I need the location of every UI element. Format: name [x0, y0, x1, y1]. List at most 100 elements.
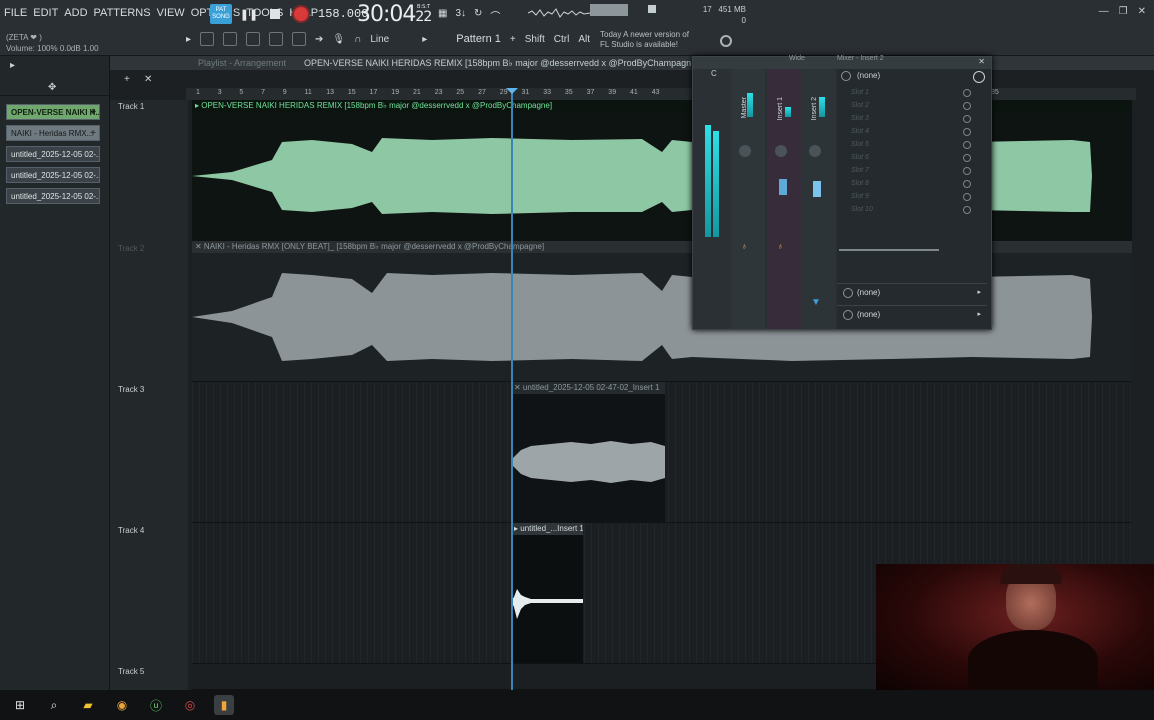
- windows-start-icon[interactable]: ⊞: [10, 695, 30, 715]
- output-select[interactable]: (none) ▸: [837, 283, 987, 301]
- nav-arrow-icon[interactable]: ▸: [10, 60, 15, 71]
- alt-key[interactable]: Alt: [578, 34, 590, 45]
- volume-fader[interactable]: [779, 179, 787, 195]
- close-icon[interactable]: ✕: [1138, 6, 1146, 17]
- menu-add[interactable]: ADD: [64, 7, 87, 19]
- slot-mix-knob[interactable]: [963, 102, 971, 110]
- opera-icon[interactable]: ◎: [180, 695, 200, 715]
- mixer-strip-insert-2[interactable]: Insert 2 ▼: [801, 69, 835, 329]
- mixer-strip-master[interactable]: Master ♁: [731, 69, 765, 329]
- news-panel[interactable]: Today A newer version of FL Studio is av…: [600, 30, 732, 50]
- route-icon[interactable]: ♁: [741, 241, 748, 251]
- arrow-right-icon[interactable]: ➔: [315, 34, 323, 45]
- minimize-icon[interactable]: —: [1099, 6, 1109, 17]
- mixer-header[interactable]: Wide Mixer - Insert 2 ✕: [693, 55, 991, 69]
- fx-slot[interactable]: Slot 10: [851, 206, 873, 213]
- clock-icon[interactable]: [973, 71, 985, 83]
- countdown-icon[interactable]: 3↓: [455, 8, 466, 23]
- pan-knob[interactable]: [775, 145, 787, 157]
- route-icon[interactable]: ♁: [777, 241, 784, 251]
- ctrl-key[interactable]: Ctrl: [554, 34, 570, 45]
- chevron-right-icon[interactable]: ▸: [422, 34, 427, 45]
- add-track-icon[interactable]: +: [124, 74, 130, 85]
- mixer-strip-current[interactable]: [699, 69, 733, 329]
- snap-select[interactable]: Line: [370, 34, 389, 45]
- upwork-icon[interactable]: ⓤ: [146, 695, 166, 715]
- audio-clip[interactable]: ▸ untitled_...Insert 1: [511, 523, 583, 663]
- stop-button[interactable]: [266, 5, 284, 23]
- fx-slot[interactable]: Slot 8: [851, 180, 869, 187]
- chrome-icon[interactable]: ◉: [112, 695, 132, 715]
- volume-fader[interactable]: [813, 181, 821, 197]
- pat-song-toggle[interactable]: PAT SONG: [210, 4, 232, 24]
- slot-mix-knob[interactable]: [963, 206, 971, 214]
- pan-knob[interactable]: [739, 145, 751, 157]
- slot-mix-knob[interactable]: [963, 89, 971, 97]
- browser-icon[interactable]: [292, 32, 307, 46]
- slot-mix-knob[interactable]: [963, 115, 971, 123]
- pan-knob[interactable]: [809, 145, 821, 157]
- fx-slot[interactable]: Slot 5: [851, 141, 869, 148]
- pattern-item[interactable]: untitled_2025-12-05 02-...: [6, 188, 100, 204]
- search-icon[interactable]: ⌕: [44, 695, 64, 715]
- fl-studio-icon[interactable]: ▮: [214, 695, 234, 715]
- picker-mode-icon[interactable]: ✥: [48, 82, 56, 93]
- input-icon[interactable]: [841, 71, 851, 81]
- folder-icon[interactable]: ▰: [78, 695, 98, 715]
- add-icon[interactable]: +: [90, 126, 96, 140]
- playhead[interactable]: [506, 88, 518, 690]
- track-label[interactable]: Track 4: [118, 526, 144, 535]
- fx-slot[interactable]: Slot 9: [851, 193, 869, 200]
- restore-icon[interactable]: ❐: [1119, 6, 1128, 17]
- track-label[interactable]: Track 3: [118, 385, 144, 394]
- shift-key[interactable]: Shift: [525, 34, 545, 45]
- mic-icon[interactable]: 🎙: [332, 34, 345, 45]
- pause-button[interactable]: ❚❚: [240, 5, 258, 23]
- piano-roll-icon[interactable]: [223, 32, 238, 46]
- metronome-icon[interactable]: ▦: [438, 8, 447, 23]
- wave-icon[interactable]: ⌒: [490, 8, 500, 23]
- mixer-layout-label[interactable]: Wide: [789, 55, 805, 62]
- track-label[interactable]: Track 1: [118, 102, 144, 111]
- playlist-icon[interactable]: [200, 32, 215, 46]
- mixer-strip-insert-1[interactable]: Insert 1 ♁: [767, 69, 801, 329]
- slot-mix-knob[interactable]: [963, 167, 971, 175]
- slot-mix-knob[interactable]: [963, 154, 971, 162]
- fx-slot[interactable]: Slot 6: [851, 154, 869, 161]
- pattern-selector[interactable]: Pattern 1: [456, 33, 501, 45]
- sidechain-select[interactable]: (none) ▸: [837, 305, 987, 323]
- channel-rack-icon[interactable]: [246, 32, 261, 46]
- slot-mix-knob[interactable]: [963, 128, 971, 136]
- pattern-item[interactable]: OPEN-VERSE NAIKI H... +: [6, 104, 100, 120]
- song-position-display[interactable]: 30:0422 B:S:T: [357, 2, 432, 27]
- mix-level-bar[interactable]: [839, 249, 939, 251]
- track-label[interactable]: Track 2: [118, 244, 144, 253]
- mixer-icon[interactable]: [269, 32, 284, 46]
- globe-icon[interactable]: [720, 35, 732, 47]
- send-arrow-icon[interactable]: ▼: [811, 297, 821, 308]
- loop-record-icon[interactable]: ↻: [474, 8, 482, 23]
- menu-patterns[interactable]: PATTERNS: [94, 7, 151, 19]
- fx-slot[interactable]: Slot 2: [851, 102, 869, 109]
- fx-slot[interactable]: Slot 7: [851, 167, 869, 174]
- record-button[interactable]: [292, 5, 310, 23]
- fx-slot[interactable]: Slot 4: [851, 128, 869, 135]
- slot-mix-knob[interactable]: [963, 193, 971, 201]
- slot-mix-knob[interactable]: [963, 141, 971, 149]
- pattern-item[interactable]: untitled_2025-12-05 02-...: [6, 146, 100, 162]
- pattern-item[interactable]: untitled_2025-12-05 02-...: [6, 167, 100, 183]
- close-playlist-icon[interactable]: ✕: [144, 74, 152, 85]
- input-select[interactable]: (none): [857, 71, 880, 80]
- timeline-ruler[interactable]: 1357911131517192123252729313335373941437…: [186, 88, 1136, 100]
- magnet-icon[interactable]: ∩: [354, 34, 361, 45]
- pointer-icon[interactable]: ▸: [186, 34, 191, 45]
- fx-slot[interactable]: Slot 3: [851, 115, 869, 122]
- audio-clip[interactable]: ✕ untitled_2025-12-05 02-47-02_Insert 1: [511, 382, 665, 522]
- fx-slot[interactable]: Slot 1: [851, 89, 869, 96]
- track-label[interactable]: Track 5: [118, 667, 144, 676]
- add-icon[interactable]: +: [90, 105, 96, 119]
- menu-view[interactable]: VIEW: [157, 7, 185, 19]
- menu-file[interactable]: FILE: [4, 7, 27, 19]
- close-mixer-icon[interactable]: ✕: [978, 57, 985, 66]
- slot-mix-knob[interactable]: [963, 180, 971, 188]
